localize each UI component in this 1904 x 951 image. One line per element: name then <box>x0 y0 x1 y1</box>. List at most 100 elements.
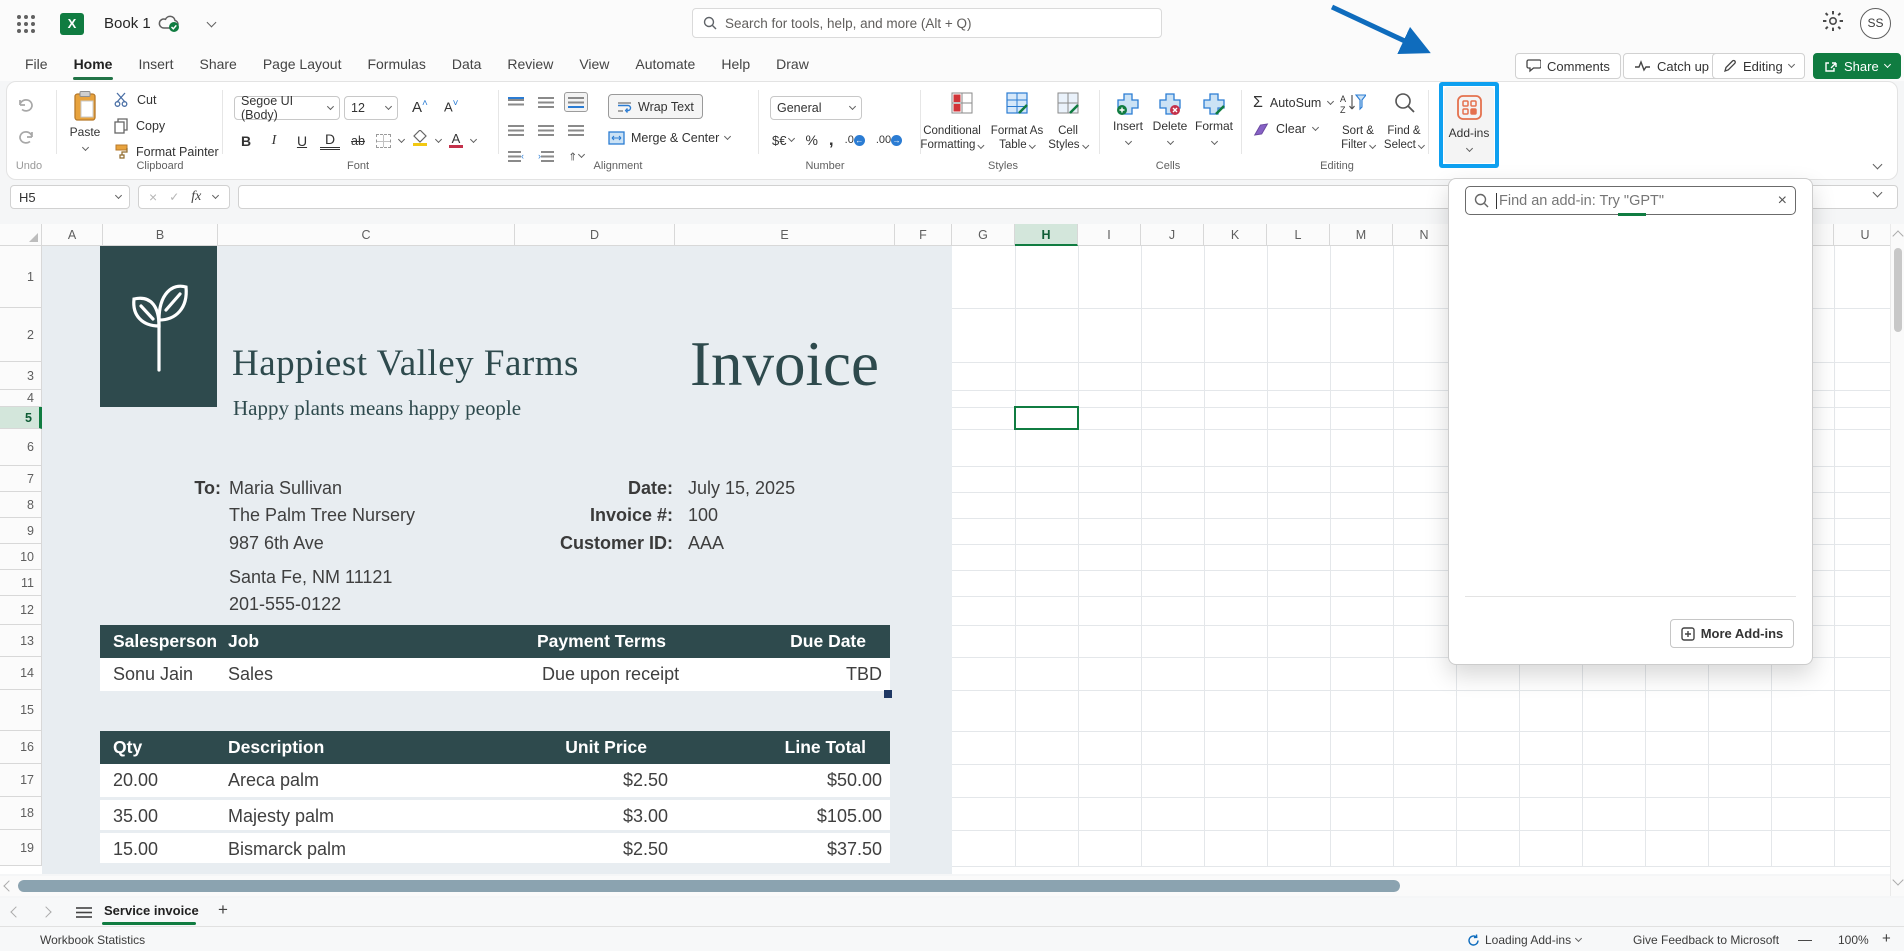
column-header-D[interactable]: D <box>515 224 675 246</box>
company-tagline[interactable]: Happy plants means happy people <box>233 396 521 421</box>
sales-header-cell[interactable]: Payment Terms <box>537 625 666 658</box>
bold-button[interactable]: B <box>236 133 256 149</box>
sales-cell[interactable]: TBD <box>846 658 882 691</box>
cancel-icon[interactable]: × <box>149 189 157 205</box>
column-header-H[interactable]: H <box>1015 224 1078 246</box>
items-cell[interactable]: 15.00 <box>113 833 158 866</box>
items-cell[interactable]: Bismarck palm <box>228 833 346 866</box>
date-value[interactable]: July 15, 2025 <box>688 478 795 499</box>
autosum-button[interactable]: Σ AutoSum <box>1253 94 1333 112</box>
items-header-cell[interactable]: Description <box>228 731 324 764</box>
column-header-G[interactable]: G <box>952 224 1015 246</box>
align-right-button[interactable] <box>564 120 588 140</box>
orientation-button[interactable]: ⇗ <box>564 146 588 166</box>
menu-home[interactable]: Home <box>61 50 126 78</box>
selected-cell-h5[interactable] <box>1014 406 1079 430</box>
menu-data[interactable]: Data <box>439 50 495 78</box>
row-header-15[interactable]: 15 <box>0 690 42 731</box>
table-resize-handle[interactable] <box>884 690 892 698</box>
to-line[interactable]: 987 6th Ave <box>229 533 324 554</box>
column-header-U[interactable]: U <box>1834 224 1897 246</box>
fill-color-button[interactable] <box>412 130 428 151</box>
to-line[interactable]: Maria Sullivan <box>229 478 342 499</box>
document-title[interactable]: Book 1 <box>104 15 151 32</box>
to-label[interactable]: To: <box>180 478 221 499</box>
menu-view[interactable]: View <box>566 50 622 78</box>
more-addins-button[interactable]: More Add-ins <box>1670 619 1794 648</box>
invoice-number-value[interactable]: 100 <box>688 505 718 526</box>
customer-id-value[interactable]: AAA <box>688 533 724 554</box>
addins-button[interactable]: Add-ins <box>1444 87 1494 163</box>
column-header-A[interactable]: A <box>42 224 103 246</box>
row-header-18[interactable]: 18 <box>0 797 42 830</box>
cell-styles-label[interactable]: Cell Styles <box>1048 124 1088 152</box>
sales-header-cell[interactable]: Job <box>228 625 259 658</box>
strikethrough-button[interactable]: ab <box>348 134 368 148</box>
top-align-button[interactable] <box>504 92 528 112</box>
row-header-8[interactable]: 8 <box>0 492 42 518</box>
align-left-button[interactable] <box>504 120 528 140</box>
sort-filter-label[interactable]: Sort & Filter <box>1341 124 1375 152</box>
row-header-16[interactable]: 16 <box>0 731 42 764</box>
select-all-corner[interactable] <box>0 224 42 246</box>
italic-button[interactable]: I <box>264 133 284 149</box>
global-search-input[interactable]: Search for tools, help, and more (Alt + … <box>692 8 1162 38</box>
items-cell[interactable]: $37.50 <box>827 833 882 866</box>
conditional-formatting-label[interactable]: Conditional Formatting <box>920 124 983 152</box>
copy-button[interactable]: Copy <box>114 118 165 134</box>
menu-page-layout[interactable]: Page Layout <box>250 50 355 78</box>
comma-format-button[interactable]: , <box>829 130 834 150</box>
name-box[interactable]: H5 <box>10 185 130 209</box>
catch-up-button[interactable]: Catch up <box>1623 53 1720 79</box>
column-header-N[interactable]: N <box>1393 224 1456 246</box>
items-cell[interactable]: Areca palm <box>228 764 319 797</box>
grow-font-button[interactable]: A˄ <box>412 98 428 116</box>
column-header-J[interactable]: J <box>1141 224 1204 246</box>
menu-file[interactable]: File <box>12 50 61 78</box>
merge-center-button[interactable]: Merge & Center <box>608 131 730 145</box>
waffle-menu-icon[interactable] <box>16 14 36 34</box>
menu-formulas[interactable]: Formulas <box>354 50 438 78</box>
underline-button[interactable]: U <box>292 133 312 149</box>
horizontal-scroll-thumb[interactable] <box>18 880 1400 892</box>
row-header-7[interactable]: 7 <box>0 466 42 492</box>
menu-share[interactable]: Share <box>186 50 249 78</box>
items-cell[interactable]: $2.50 <box>623 764 668 797</box>
row-header-2[interactable]: 2 <box>0 308 42 362</box>
row-header-19[interactable]: 19 <box>0 830 42 866</box>
column-header-F[interactable]: F <box>895 224 952 246</box>
add-sheet-button[interactable]: + <box>218 900 228 920</box>
row-header-12[interactable]: 12 <box>0 596 42 625</box>
column-header-C[interactable]: C <box>218 224 515 246</box>
items-header-cell[interactable]: Line Total <box>785 731 866 764</box>
row-header-3[interactable]: 3 <box>0 362 42 390</box>
to-line[interactable]: The Palm Tree Nursery <box>229 505 415 526</box>
items-cell[interactable]: $2.50 <box>623 833 668 866</box>
delete-cells-button[interactable]: Delete <box>1149 92 1191 147</box>
settings-gear-icon[interactable] <box>1822 10 1844 32</box>
row-header-10[interactable]: 10 <box>0 544 42 570</box>
vertical-scrollbar[interactable] <box>1890 224 1904 896</box>
sales-cell[interactable]: Sonu Jain <box>113 658 193 691</box>
sales-header-cell[interactable]: Due Date <box>790 625 866 658</box>
cut-button[interactable]: Cut <box>114 92 156 107</box>
scroll-left-icon[interactable] <box>3 880 14 891</box>
items-cell[interactable]: 20.00 <box>113 764 158 797</box>
zoom-level[interactable]: 100% <box>1838 933 1869 947</box>
editing-mode-button[interactable]: Editing <box>1712 53 1805 79</box>
comments-button[interactable]: Comments <box>1515 53 1621 79</box>
menu-insert[interactable]: Insert <box>125 50 186 78</box>
next-sheet-icon[interactable] <box>40 906 51 917</box>
scroll-down-icon[interactable] <box>1892 874 1903 885</box>
wrap-text-button[interactable]: Wrap Text <box>608 94 703 119</box>
menu-help[interactable]: Help <box>708 50 763 78</box>
conditional-formatting-button[interactable] <box>941 92 973 119</box>
decrease-indent-button[interactable]: ‹ <box>504 146 528 166</box>
workbook-statistics-button[interactable]: Workbook Statistics <box>40 933 145 947</box>
sales-header-cell[interactable]: Salesperson <box>113 625 217 658</box>
cloud-saved-icon[interactable] <box>158 14 182 34</box>
row-header-6[interactable]: 6 <box>0 429 42 466</box>
row-header-14[interactable]: 14 <box>0 657 42 690</box>
items-cell[interactable]: Majesty palm <box>228 800 334 833</box>
column-header-K[interactable]: K <box>1204 224 1267 246</box>
